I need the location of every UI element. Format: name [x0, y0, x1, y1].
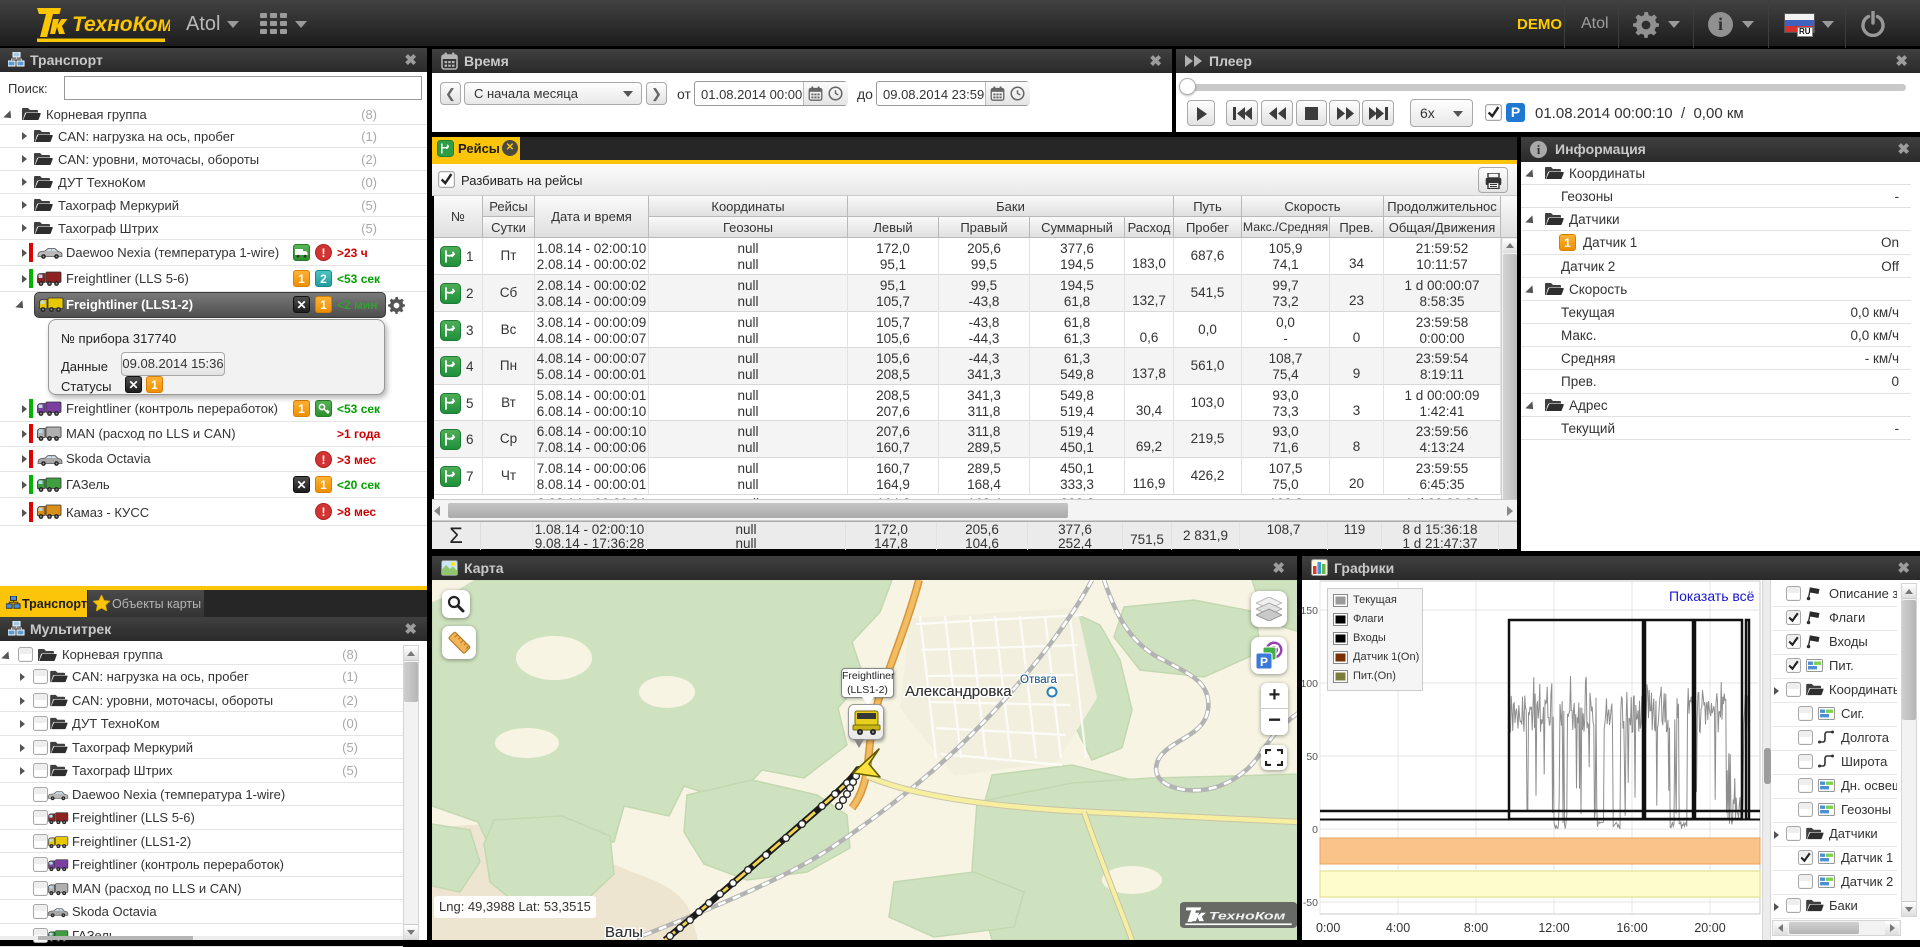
svg-text:12:00: 12:00: [1538, 921, 1569, 935]
svg-text:0:00: 0:00: [1316, 921, 1340, 935]
svg-text:150: 150: [1302, 605, 1318, 617]
svg-text:ТехноКом: ТехноКом: [72, 13, 170, 36]
svg-text:8:00: 8:00: [1464, 921, 1488, 935]
svg-text:Отвага: Отвага: [1020, 674, 1058, 686]
svg-text:P: P: [1260, 655, 1268, 669]
svg-text:4:00: 4:00: [1386, 921, 1410, 935]
svg-text:-50: -50: [1303, 897, 1318, 909]
svg-text:0: 0: [1312, 824, 1318, 836]
svg-text:16:00: 16:00: [1616, 921, 1647, 935]
svg-text:20:00: 20:00: [1694, 921, 1725, 935]
svg-text:Александровка: Александровка: [905, 683, 1012, 700]
svg-text:Валы: Валы: [605, 924, 643, 940]
svg-text:100: 100: [1302, 678, 1318, 690]
svg-text:50: 50: [1306, 751, 1318, 763]
svg-text:ТехноКом: ТехноКом: [1209, 909, 1286, 922]
